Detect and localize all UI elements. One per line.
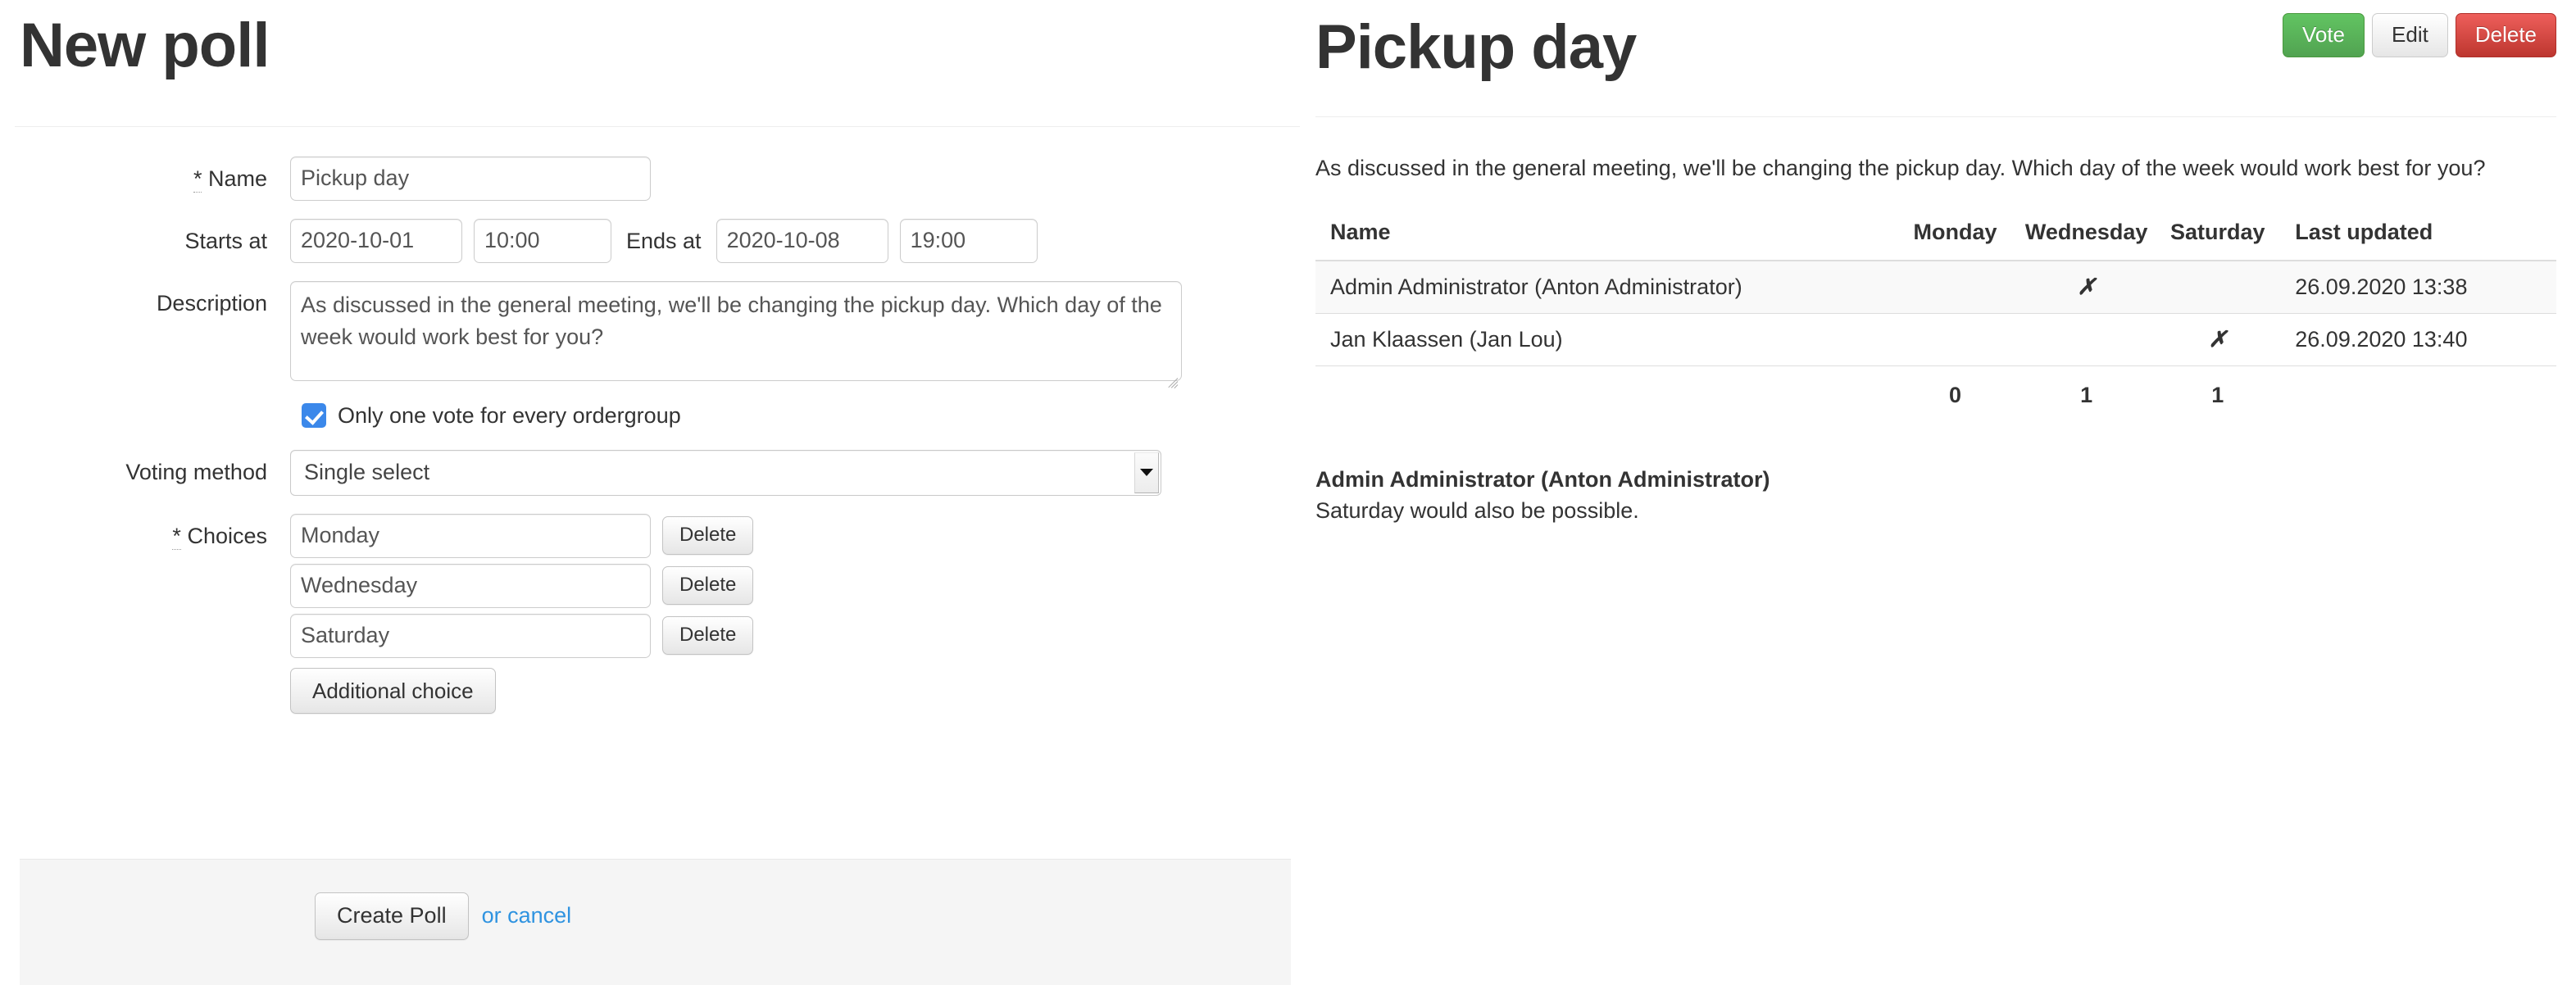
one-vote-field-area[interactable]: Only one vote for every ordergroup xyxy=(290,403,681,429)
starts-at-label: Starts at xyxy=(184,228,267,253)
row-vote-monday xyxy=(1892,313,2019,367)
row-vote-saturday xyxy=(2155,261,2281,315)
header-name: Name xyxy=(1315,211,1892,262)
totals-saturday: 1 xyxy=(2211,383,2224,408)
schedule-field-area: Ends at xyxy=(290,218,1038,263)
name-label: * Name xyxy=(20,157,290,201)
delete-choice-button-1[interactable]: Delete xyxy=(662,516,754,555)
form-row-description: Description xyxy=(20,280,1258,388)
results-header-row: Name Monday Wednesday Saturday Last upda… xyxy=(1315,211,2556,262)
ends-at-time-input[interactable] xyxy=(899,218,1038,263)
comment-author: Admin Administrator (Anton Administrator… xyxy=(1315,467,1770,493)
poll-detail-panel: Pickup day Vote Edit Delete As discussed… xyxy=(1291,0,2576,985)
poll-form: * Name Starts at Ends at xyxy=(20,127,1258,715)
new-poll-form-panel: New poll * Name Starts at Ends at xyxy=(0,0,1300,985)
header-monday: Monday xyxy=(1892,211,2019,262)
description-field-area xyxy=(290,280,1182,388)
form-actions-inner: Create Poll or cancel xyxy=(20,860,1291,940)
one-vote-label: Only one vote for every ordergroup xyxy=(338,402,681,428)
form-row-one-vote: Only one vote for every ordergroup xyxy=(20,403,1258,429)
table-row: Admin Administrator (Anton Administrator… xyxy=(1315,261,2556,315)
choice-row: Delete xyxy=(290,513,754,558)
cancel-link[interactable]: or cancel xyxy=(482,903,572,928)
choice-input-3[interactable] xyxy=(290,613,651,658)
page-title: New poll xyxy=(20,11,270,80)
chevron-down-icon[interactable] xyxy=(1134,452,1159,493)
edit-button[interactable]: Edit xyxy=(2372,13,2448,57)
choice-row: Delete xyxy=(290,613,754,658)
choices-label-text: Choices xyxy=(187,523,267,548)
voting-method-field-area: Single select xyxy=(290,449,1161,496)
row-last-updated: 26.09.2020 13:40 xyxy=(2280,313,2556,367)
vote-button[interactable]: Vote xyxy=(2282,13,2365,57)
row-last-updated: 26.09.2020 13:38 xyxy=(2280,261,2556,315)
poll-page: New poll * Name Starts at Ends at xyxy=(0,0,2576,985)
choice-input-2[interactable] xyxy=(290,563,651,608)
results-totals-row: 0 1 1 xyxy=(1315,366,2556,422)
voting-method-label: Voting method xyxy=(125,459,267,484)
starts-at-time-input[interactable] xyxy=(474,218,611,263)
choice-input-1[interactable] xyxy=(290,513,651,558)
poll-comment: Admin Administrator (Anton Administrator… xyxy=(1315,467,2556,524)
results-table-body: Admin Administrator (Anton Administrator… xyxy=(1315,261,2556,421)
description-label: Description xyxy=(156,290,267,315)
name-input[interactable] xyxy=(290,156,651,201)
form-row-choices: * Choices Delete Delete Delete xyxy=(20,513,1258,715)
poll-action-buttons: Vote Edit Delete xyxy=(2282,0,2556,57)
ends-at-date-input[interactable] xyxy=(716,218,888,263)
poll-title: Pickup day xyxy=(1315,12,1637,82)
header-saturday: Saturday xyxy=(2155,211,2281,262)
header-wednesday: Wednesday xyxy=(2018,211,2156,262)
poll-results-table: Name Monday Wednesday Saturday Last upda… xyxy=(1315,211,2556,421)
form-row-name: * Name xyxy=(20,156,1258,201)
form-row-voting-method: Voting method Single select xyxy=(20,449,1258,496)
header-last-updated: Last updated xyxy=(2280,211,2556,262)
totals-name xyxy=(1315,366,1892,422)
row-vote-saturday: ✗ xyxy=(2155,313,2281,367)
create-poll-button[interactable]: Create Poll xyxy=(315,892,469,940)
required-marker-icon: * xyxy=(172,523,181,550)
comment-text: Saturday would also be possible. xyxy=(1315,498,1639,524)
choices-label: * Choices xyxy=(20,514,290,558)
ends-at-label: Ends at xyxy=(626,228,702,253)
name-label-text: Name xyxy=(207,166,267,191)
poll-description: As discussed in the general meeting, we'… xyxy=(1315,155,2486,180)
row-vote-wednesday xyxy=(2018,313,2156,367)
totals-wednesday: 1 xyxy=(2080,383,2093,408)
row-vote-monday xyxy=(1892,261,2019,315)
one-vote-checkbox[interactable] xyxy=(302,403,326,429)
description-textarea[interactable] xyxy=(290,280,1182,381)
voting-method-select[interactable]: Single select xyxy=(290,449,1161,496)
form-row-schedule: Starts at Ends at xyxy=(20,218,1258,263)
required-marker-icon: * xyxy=(193,166,202,193)
table-row: Jan Klaassen (Jan Lou) ✗ 26.09.2020 13:4… xyxy=(1315,313,2556,367)
results-table-head: Name Monday Wednesday Saturday Last upda… xyxy=(1315,211,2556,262)
row-vote-wednesday: ✗ xyxy=(2018,261,2156,315)
description-wrap xyxy=(290,280,1182,388)
row-name: Admin Administrator (Anton Administrator… xyxy=(1315,261,1892,315)
voting-method-selected-value: Single select xyxy=(304,460,430,485)
poll-header-divider xyxy=(1315,116,2556,117)
totals-last-updated xyxy=(2280,366,2556,422)
poll-header: Pickup day Vote Edit Delete xyxy=(1315,0,2556,82)
name-field-area xyxy=(290,156,651,201)
delete-choice-button-2[interactable]: Delete xyxy=(662,566,754,605)
row-name: Jan Klaassen (Jan Lou) xyxy=(1315,313,1892,367)
choices-field-area: Delete Delete Delete Additional choice xyxy=(290,513,754,715)
additional-choice-button[interactable]: Additional choice xyxy=(290,667,496,715)
delete-choice-button-3[interactable]: Delete xyxy=(662,616,754,655)
form-actions-bar: Create Poll or cancel xyxy=(20,859,1291,985)
choice-row: Delete xyxy=(290,563,754,608)
totals-monday: 0 xyxy=(1949,383,1962,408)
delete-poll-button[interactable]: Delete xyxy=(2455,13,2556,57)
starts-at-date-input[interactable] xyxy=(290,218,462,263)
